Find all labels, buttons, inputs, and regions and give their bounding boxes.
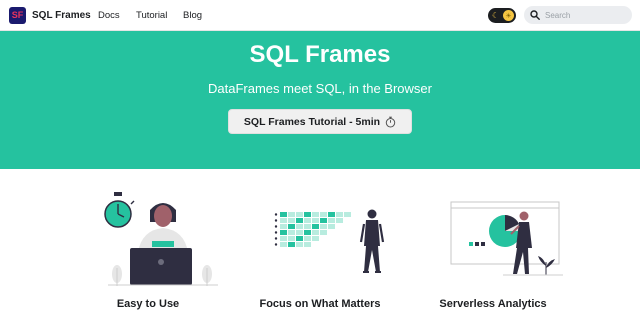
person-laptop-stopwatch-illustration	[104, 192, 218, 286]
navbar: SF SQL Frames Docs Tutorial Blog ☾ ☀	[0, 0, 640, 31]
moon-icon: ☾	[492, 11, 500, 20]
grid-cell	[280, 224, 287, 229]
grid-cell	[304, 212, 311, 217]
grid-cell	[304, 230, 311, 235]
nav-link-tutorial[interactable]: Tutorial	[136, 10, 167, 21]
brand-link[interactable]: SF SQL Frames	[9, 0, 91, 30]
grid-cell	[288, 242, 295, 247]
grid-cell	[328, 224, 335, 229]
brand-title: SQL Frames	[32, 9, 91, 21]
grid-cell	[312, 230, 319, 235]
person-dashboard-pie-chart-illustration	[450, 201, 563, 276]
nav-link-docs[interactable]: Docs	[98, 10, 120, 21]
nav-link-blog[interactable]: Blog	[183, 10, 202, 21]
hero-subtitle: DataFrames meet SQL, in the Browser	[208, 81, 432, 96]
grid-row-marker	[274, 243, 278, 246]
sun-icon: ☀	[503, 10, 514, 21]
grid-cell	[312, 212, 319, 217]
grid-cell	[336, 212, 343, 217]
tutorial-button[interactable]: SQL Frames Tutorial - 5min	[228, 109, 412, 134]
grid-cell	[328, 218, 335, 223]
grid-cell	[288, 236, 295, 241]
tutorial-button-label: SQL Frames Tutorial - 5min	[243, 115, 381, 128]
grid-cell	[296, 230, 303, 235]
grid-cell	[280, 218, 287, 223]
grid-cell	[320, 224, 327, 229]
data-grid-illustration	[274, 212, 351, 247]
grid-cell	[312, 236, 319, 241]
grid-cell	[288, 224, 295, 229]
grid-cell	[280, 242, 287, 247]
feature-easy-to-use: Easy to Use	[58, 180, 238, 320]
grid-cell	[304, 242, 311, 247]
hero-title: SQL Frames	[249, 41, 391, 68]
grid-cell	[304, 236, 311, 241]
grid-cell	[312, 224, 319, 229]
brand-logo: SF	[9, 6, 26, 24]
grid-row-marker	[274, 231, 278, 234]
grid-cell	[320, 212, 327, 217]
grid-cell	[320, 230, 327, 235]
grid-cell	[280, 230, 287, 235]
search-input[interactable]	[545, 10, 630, 20]
grid-cell	[312, 218, 319, 223]
grid-cell	[288, 230, 295, 235]
grid-row-marker	[274, 225, 278, 228]
feature-title-easy-to-use: Easy to Use	[116, 298, 180, 310]
grid-cell	[288, 212, 295, 217]
grid-cell	[288, 218, 295, 223]
grid-cell	[296, 236, 303, 241]
grid-cell	[304, 224, 311, 229]
stopwatch-illustration-icon	[104, 192, 135, 228]
feature-serverless: Serverless Analytics	[403, 180, 583, 320]
grid-row-marker	[274, 213, 278, 216]
hero-banner: SQL Frames DataFrames meet SQL, in the B…	[0, 31, 640, 169]
grid-cell	[344, 212, 351, 217]
theme-toggle[interactable]: ☾ ☀	[488, 8, 516, 23]
stopwatch-icon	[385, 116, 396, 127]
grid-cell	[296, 218, 303, 223]
feature-title-serverless: Serverless Analytics	[439, 298, 547, 310]
grid-row-marker	[274, 237, 278, 240]
grid-cell	[296, 224, 303, 229]
search-box[interactable]	[524, 6, 632, 24]
grid-cell	[336, 218, 343, 223]
grid-cell	[320, 218, 327, 223]
grid-cell	[328, 212, 335, 217]
search-icon	[530, 10, 540, 20]
person-data-grid-illustration	[274, 209, 385, 273]
grid-cell	[304, 218, 311, 223]
grid-cell	[296, 242, 303, 247]
grid-cell	[296, 212, 303, 217]
feature-title-focus: Focus on What Matters	[259, 298, 381, 310]
grid-cell	[280, 236, 287, 241]
grid-cell	[280, 212, 287, 217]
feature-focus: Focus on What Matters	[230, 180, 410, 320]
grid-row-marker	[274, 219, 278, 222]
